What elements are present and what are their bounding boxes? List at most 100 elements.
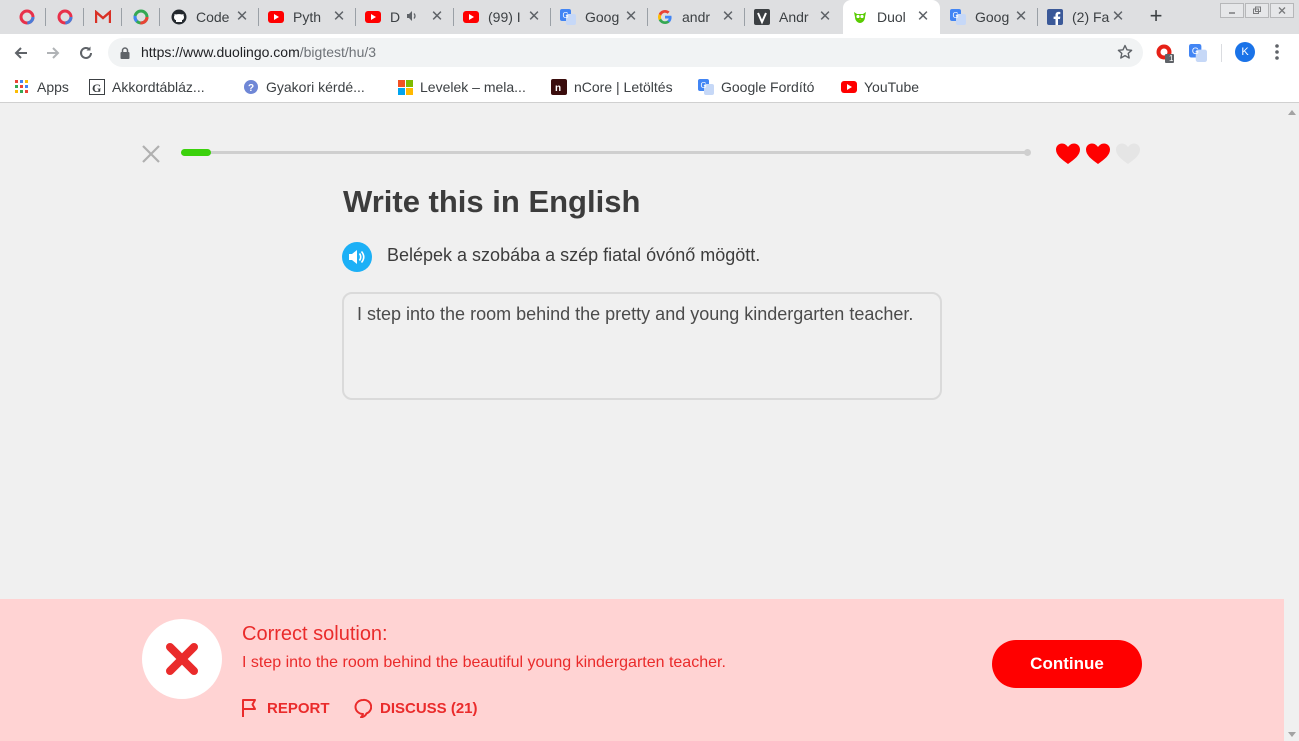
maximize-button[interactable] bbox=[1245, 3, 1269, 18]
duolingo-lesson-page: Write this in English Belépek a szobába … bbox=[0, 104, 1284, 741]
profile-avatar[interactable]: K bbox=[1235, 42, 1255, 62]
menu-dots-icon[interactable] bbox=[1270, 42, 1284, 62]
gmail-icon bbox=[95, 10, 111, 23]
close-icon[interactable]: ✕ bbox=[331, 9, 347, 25]
bookmark-levelek[interactable]: Levelek – mela... bbox=[397, 77, 526, 97]
close-icon[interactable]: ✕ bbox=[623, 9, 639, 25]
tab-youtube-audio[interactable]: D ✕ bbox=[356, 0, 454, 34]
progress-bar bbox=[181, 149, 1031, 156]
page-g-icon: G bbox=[89, 79, 105, 95]
scroll-down-arrow-icon[interactable] bbox=[1288, 732, 1296, 737]
close-icon[interactable]: ✕ bbox=[915, 9, 931, 25]
close-icon[interactable]: ✕ bbox=[720, 9, 736, 25]
close-icon[interactable]: ✕ bbox=[817, 9, 833, 25]
bookmark-youtube[interactable]: YouTube bbox=[841, 77, 919, 97]
scroll-up-arrow-icon[interactable] bbox=[1288, 110, 1296, 115]
close-icon[interactable]: ✕ bbox=[234, 9, 250, 25]
bookmark-star-icon[interactable] bbox=[1117, 44, 1133, 65]
speech-bubble-icon bbox=[354, 698, 372, 718]
extension-adblock[interactable]: 1 bbox=[1155, 43, 1175, 63]
opera-ring-icon bbox=[19, 9, 35, 25]
youtube-icon bbox=[365, 9, 381, 25]
facebook-icon bbox=[1047, 9, 1063, 25]
svg-text:G: G bbox=[1192, 46, 1199, 56]
red-x-icon bbox=[166, 643, 198, 675]
incorrect-badge bbox=[142, 619, 222, 699]
close-icon[interactable]: ✕ bbox=[1013, 9, 1029, 25]
arrow-right-icon bbox=[47, 47, 60, 59]
bookmark-akkordtablazat[interactable]: G Akkordtábláz... bbox=[89, 77, 205, 97]
svg-text:?: ? bbox=[248, 83, 254, 94]
lock-icon[interactable] bbox=[120, 46, 130, 64]
progress-end-dot bbox=[1024, 149, 1031, 156]
progress-fill bbox=[181, 149, 211, 156]
google-translate-icon: G bbox=[560, 9, 576, 25]
tab-duolingo-active[interactable]: Duol ✕ bbox=[843, 0, 940, 34]
tab-google-translate-2[interactable]: G Goog ✕ bbox=[941, 0, 1038, 34]
youtube-icon bbox=[268, 9, 284, 25]
tab-python[interactable]: Pyth ✕ bbox=[259, 0, 356, 34]
back-button[interactable] bbox=[9, 41, 33, 65]
quit-lesson-close-icon[interactable] bbox=[141, 144, 161, 164]
close-icon bbox=[1278, 7, 1286, 14]
extension-translate[interactable]: G bbox=[1188, 43, 1208, 63]
close-icon[interactable]: ✕ bbox=[429, 9, 445, 25]
tab-google-search[interactable]: andr ✕ bbox=[648, 0, 745, 34]
restore-icon bbox=[1253, 6, 1261, 14]
bookmark-ncore[interactable]: n nCore | Letöltés bbox=[551, 77, 673, 97]
page-scrollbar[interactable] bbox=[1284, 104, 1299, 741]
url-text: https://www.duolingo.com/bigtest/hu/3 bbox=[141, 44, 377, 60]
youtube-icon bbox=[841, 79, 857, 95]
feedback-footer: Correct solution: I step into the room b… bbox=[0, 599, 1284, 741]
tab-facebook[interactable]: (2) Fa ✕ bbox=[1038, 0, 1135, 34]
google-translate-icon: G bbox=[698, 79, 714, 95]
minimize-button[interactable] bbox=[1220, 3, 1244, 18]
tab-youtube-99[interactable]: (99) I ✕ bbox=[454, 0, 551, 34]
close-icon[interactable]: ✕ bbox=[526, 9, 542, 25]
pinned-tab-gmail[interactable] bbox=[84, 0, 122, 34]
heart-empty-icon bbox=[1116, 143, 1140, 164]
close-window-button[interactable] bbox=[1270, 3, 1294, 18]
svg-text:G: G bbox=[701, 81, 707, 90]
pinned-tab-2[interactable] bbox=[46, 0, 84, 34]
arrow-left-icon bbox=[14, 47, 27, 59]
tab-code[interactable]: Code ✕ bbox=[162, 0, 259, 34]
pinned-tab-1[interactable] bbox=[8, 0, 46, 34]
opera-ring-icon bbox=[57, 9, 73, 25]
apps-grid-icon bbox=[14, 79, 30, 95]
speaker-icon bbox=[349, 250, 365, 264]
minimize-icon bbox=[1229, 11, 1235, 14]
svg-text:G: G bbox=[92, 81, 101, 95]
forward-button[interactable] bbox=[41, 41, 65, 65]
pinned-tab-photos[interactable] bbox=[122, 0, 160, 34]
colorful-ring-icon bbox=[133, 9, 149, 25]
answer-textarea[interactable]: I step into the room behind the pretty a… bbox=[342, 292, 942, 400]
close-icon[interactable]: ✕ bbox=[1110, 9, 1126, 25]
report-button[interactable]: REPORT bbox=[241, 695, 330, 721]
help-icon: ? bbox=[243, 79, 259, 95]
heart-full-icon bbox=[1056, 143, 1080, 164]
tab-v-android[interactable]: Andr ✕ bbox=[745, 0, 842, 34]
play-audio-button[interactable] bbox=[342, 242, 372, 272]
bookmark-gyakori-kerdesek[interactable]: ? Gyakori kérdé... bbox=[243, 77, 365, 97]
tab-google-translate-1[interactable]: G Goog ✕ bbox=[551, 0, 648, 34]
audio-playing-icon[interactable] bbox=[406, 9, 418, 25]
page-title: Write this in English bbox=[343, 184, 641, 219]
discuss-button[interactable]: DISCUSS (21) bbox=[354, 695, 478, 721]
hearts-indicator bbox=[1055, 142, 1141, 166]
svg-text:G: G bbox=[563, 11, 569, 20]
new-tab-button[interactable]: + bbox=[1144, 5, 1168, 29]
bookmark-google-fordito[interactable]: G Google Fordító bbox=[698, 77, 814, 97]
bookmark-apps[interactable]: Apps bbox=[14, 77, 69, 97]
svg-text:G: G bbox=[953, 11, 959, 20]
svg-text:n: n bbox=[555, 83, 561, 94]
continue-button[interactable]: Continue bbox=[992, 640, 1142, 688]
reload-button[interactable] bbox=[74, 41, 98, 65]
google-translate-icon: G bbox=[1189, 44, 1207, 62]
correct-solution-text: I step into the room behind the beautifu… bbox=[242, 654, 726, 671]
extension-badge: 1 bbox=[1169, 54, 1174, 63]
reload-icon bbox=[80, 46, 92, 59]
toolbar-divider bbox=[1221, 44, 1222, 62]
address-bar[interactable]: https://www.duolingo.com/bigtest/hu/3 bbox=[108, 38, 1143, 67]
heart-full-icon bbox=[1086, 143, 1110, 164]
